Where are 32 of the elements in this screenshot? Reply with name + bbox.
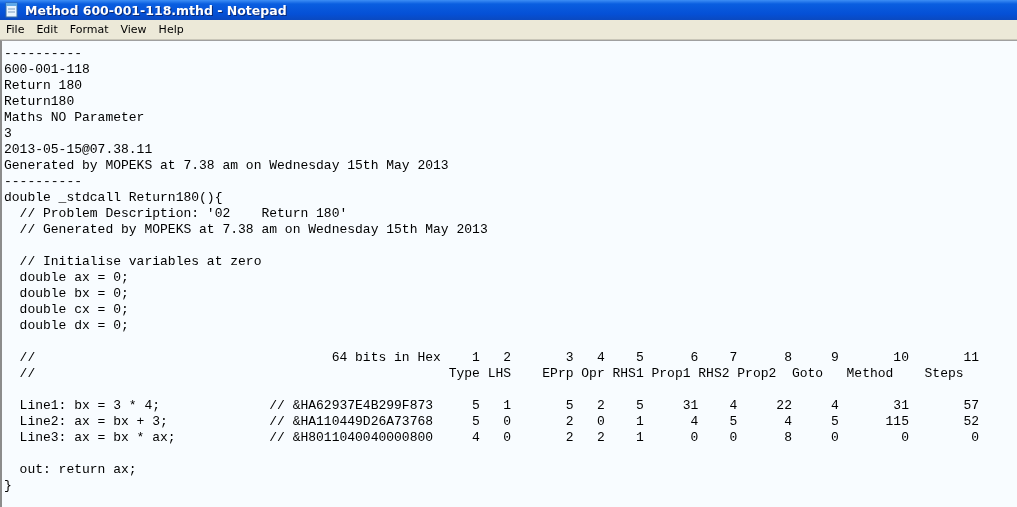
text-line: Return 180 [4, 78, 82, 93]
text-line: // Initialise variables at zero [18, 254, 262, 269]
text-line: double cx = 0; [18, 302, 129, 317]
text-line: ---------- [4, 174, 82, 189]
text-line: Line1: bx = 3 * 4; // &HA62937E4B299F873 5 1 5 2 5 31 4 22 4 31 57 [18, 398, 980, 413]
text-line: double dx = 0; [18, 318, 129, 333]
notepad-icon [4, 2, 20, 19]
text-line: out: return ax; [18, 462, 137, 477]
menu-item[interactable]: File [0, 21, 31, 39]
text-area[interactable] [0, 40, 1017, 507]
text-line: double ax = 0; [18, 270, 129, 285]
menu-item[interactable]: Help [152, 21, 190, 39]
text-line: Maths NO Parameter [4, 110, 145, 125]
text-line: } [4, 478, 12, 493]
text-line: 2013-05-15@07.38.11 [4, 142, 153, 157]
text-line: Generated by MOPEKS at 7.38 am on Wednesday 15th May 2013 [4, 158, 449, 173]
text-line: // Generated by MOPEKS at 7.38 am on Wednesday 15th May 2013 [18, 222, 488, 237]
menu-item[interactable]: Edit [30, 21, 64, 39]
text-line: // 64 bits in Hex 1 2 3 4 5 6 7 8 9 10 11 [18, 350, 980, 365]
menu-item[interactable]: Format [63, 21, 115, 39]
text-line: 3 [4, 126, 12, 141]
text-line: Line3: ax = bx * ax; // &H8011040040000800 4 0 2 2 1 0 0 8 0 0 0 [18, 430, 980, 445]
text-line: // Type LHS EPrp Opr RHS1 Prop1 RHS2 Prop2 Goto Method Steps [18, 366, 964, 381]
text-line: 600-001-118 [4, 62, 90, 77]
window-title: Method 600-001-118.mthd - Notepad [25, 2, 287, 18]
text-line: ---------- [4, 46, 82, 61]
text-line: double bx = 0; [18, 286, 129, 301]
text-line: // Problem Description: '02 Return 180' [18, 206, 348, 221]
menu-item[interactable]: View [114, 21, 153, 39]
text-line: double _stdcall Return180(){ [4, 190, 223, 205]
text-line: Line2: ax = bx + 3; // &HA110449D26A73768 5 0 2 0 1 4 5 4 5 115 52 [18, 414, 980, 429]
text-line: Return180 [4, 94, 75, 109]
